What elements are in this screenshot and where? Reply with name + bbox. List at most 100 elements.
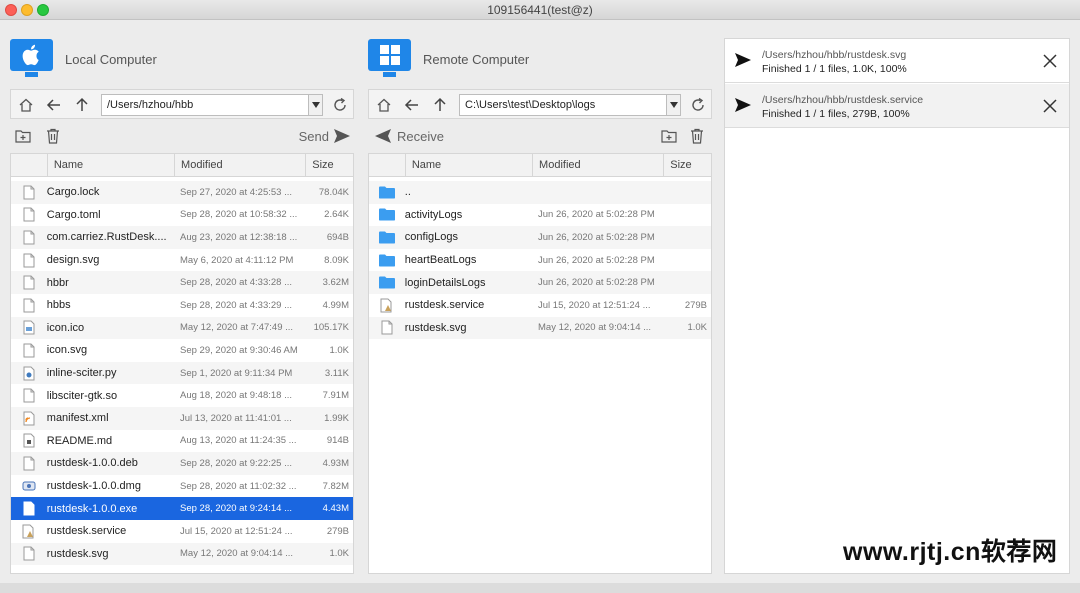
window-title: 109156441(test@z)	[487, 3, 593, 17]
file-modified: Sep 27, 2020 at 4:25:53 ...	[180, 186, 292, 198]
file-modified: Jul 15, 2020 at 12:51:24 ...	[180, 525, 293, 537]
file-size: 279B	[326, 525, 349, 537]
close-icon[interactable]	[1041, 52, 1059, 70]
up-arrow-icon[interactable]	[429, 94, 451, 116]
file-name: libsciter-gtk.so	[46, 389, 118, 402]
file-modified: Jun 26, 2020 at 5:02:28 PM	[538, 277, 655, 289]
table-row[interactable]: hbbr Sep 28, 2020 at 4:33:28 ... 3.62M	[11, 271, 353, 294]
file-icon	[11, 185, 47, 200]
apple-logo-icon	[10, 39, 53, 78]
folder-icon	[369, 276, 405, 289]
file-name: design.svg	[46, 254, 100, 267]
send-button[interactable]: Send	[299, 127, 350, 145]
table-row[interactable]: rustdesk.svg May 12, 2020 at 9:04:14 ... 1…	[369, 316, 711, 340]
trash-icon[interactable]	[688, 127, 706, 145]
table-row[interactable]: design.svg May 6, 2020 at 4:11:12 PM 8.09K	[11, 249, 353, 272]
back-arrow-icon[interactable]	[43, 94, 65, 116]
table-row[interactable]: icon.ico May 12, 2020 at 7:47:49 ... 105.1…	[11, 316, 353, 340]
file-size: 3.11K	[324, 367, 349, 379]
file-icon	[369, 320, 405, 335]
file-icon	[11, 388, 47, 403]
table-row[interactable]: rustdesk.service Jul 15, 2020 at 12:51:24…	[11, 520, 353, 543]
new-folder-icon[interactable]	[660, 127, 678, 145]
send-arrow-icon	[334, 129, 350, 143]
file-name: ..	[404, 186, 411, 199]
table-row[interactable]: manifest.xml Jul 13, 2020 at 11:41:01 ...…	[11, 406, 353, 430]
file-name: icon.svg	[46, 344, 88, 357]
new-folder-icon[interactable]	[14, 127, 32, 145]
icon-column-header	[369, 154, 405, 177]
remote-pane: Remote Computer C:\Users\test\Desktop\lo…	[367, 28, 713, 574]
local-toolbar: Send	[10, 124, 354, 148]
chevron-down-icon[interactable]	[308, 95, 322, 115]
service-file-icon	[11, 524, 47, 539]
remote-path-input[interactable]: C:\Users\test\Desktop\logs	[459, 94, 681, 116]
table-row[interactable]: loginDetailsLogs Jun 26, 2020 at 5:02:28 …	[369, 271, 711, 294]
file-modified: Aug 18, 2020 at 9:48:18 ...	[180, 390, 292, 402]
home-icon[interactable]	[373, 94, 395, 116]
modified-column-header[interactable]: Modified	[532, 154, 663, 177]
table-row[interactable]: inline-sciter.py Sep 1, 2020 at 9:11:34 P…	[11, 361, 353, 385]
table-row[interactable]: ..	[369, 181, 711, 204]
file-name: rustdesk.service	[46, 525, 127, 538]
file-name: rustdesk-1.0.0.exe	[46, 502, 138, 515]
transfer-job: /Users/hzhou/hbb/rustdesk.svg Finished 1…	[725, 39, 1069, 83]
table-row[interactable]: icon.svg Sep 29, 2020 at 9:30:46 AM 1.0K	[11, 339, 353, 362]
file-size: 105.17K	[313, 322, 349, 334]
table-row[interactable]: configLogs Jun 26, 2020 at 5:02:28 PM	[369, 226, 711, 249]
icon-column-header	[11, 154, 47, 177]
file-modified: Jun 26, 2020 at 5:02:28 PM	[538, 231, 655, 243]
size-column-header[interactable]: Size	[305, 154, 353, 177]
table-row[interactable]: heartBeatLogs Jun 26, 2020 at 5:02:28 PM	[369, 249, 711, 272]
file-name: hbbs	[46, 299, 71, 312]
table-row[interactable]: rustdesk-1.0.0.deb Sep 28, 2020 at 9:22:2…	[11, 452, 353, 475]
table-row[interactable]: Cargo.toml Sep 28, 2020 at 10:58:32 ... 2.…	[11, 204, 353, 227]
local-path-input[interactable]: /Users/hzhou/hbb	[101, 94, 323, 116]
table-row[interactable]: libsciter-gtk.so Aug 18, 2020 at 9:48:18 …	[11, 384, 353, 407]
trash-icon[interactable]	[44, 127, 62, 145]
local-pane: Local Computer /Users/hzhou/hbb Send Nam…	[9, 28, 355, 574]
up-arrow-icon[interactable]	[71, 94, 93, 116]
file-modified: May 12, 2020 at 9:04:14 ...	[538, 322, 652, 334]
file-modified: Jul 13, 2020 at 11:41:01 ...	[180, 412, 292, 424]
table-row[interactable]: activityLogs Jun 26, 2020 at 5:02:28 PM	[369, 204, 711, 227]
back-arrow-icon[interactable]	[401, 94, 423, 116]
transfer-job: /Users/hzhou/hbb/rustdesk.service Finish…	[725, 84, 1069, 128]
send-arrow-icon	[735, 53, 751, 67]
file-icon	[11, 275, 47, 290]
chevron-down-icon[interactable]	[666, 95, 680, 115]
home-icon[interactable]	[15, 94, 37, 116]
remote-toolbar: Receive	[368, 124, 712, 148]
table-row[interactable]: rustdesk.svg May 12, 2020 at 9:04:14 ... 1…	[11, 542, 353, 566]
local-nav-bar: /Users/hzhou/hbb	[10, 89, 354, 119]
remote-nav-bar: C:\Users\test\Desktop\logs	[368, 89, 712, 119]
table-row[interactable]: Cargo.lock Sep 27, 2020 at 4:25:53 ... 78.…	[11, 181, 353, 204]
file-modified: Jun 26, 2020 at 5:02:28 PM	[538, 209, 655, 221]
file-name: inline-sciter.py	[46, 367, 117, 380]
table-row[interactable]: rustdesk-1.0.0.exe Sep 28, 2020 at 9:24:1…	[11, 497, 353, 520]
table-row[interactable]: README.md Aug 13, 2020 at 11:24:35 ... 914…	[11, 430, 353, 453]
file-icon	[11, 343, 47, 358]
receive-label: Receive	[397, 128, 444, 144]
file-name: configLogs	[404, 231, 458, 244]
modified-column-header[interactable]: Modified	[174, 154, 305, 177]
name-column-header[interactable]: Name	[46, 154, 174, 177]
refresh-icon[interactable]	[329, 94, 351, 116]
table-row[interactable]: rustdesk.service Jul 15, 2020 at 12:51:24…	[369, 294, 711, 317]
table-row[interactable]: com.carriez.RustDesk.... Aug 23, 2020 at …	[11, 226, 353, 249]
close-icon[interactable]	[1041, 97, 1059, 115]
file-modified: May 6, 2020 at 4:11:12 PM	[180, 254, 294, 266]
size-column-header[interactable]: Size	[663, 154, 711, 177]
file-size: 914B	[326, 435, 349, 447]
local-header: Local Computer	[9, 38, 355, 78]
transfer-jobs-panel: /Users/hzhou/hbb/rustdesk.svg Finished 1…	[724, 38, 1070, 574]
table-row[interactable]: rustdesk-1.0.0.dmg Sep 28, 2020 at 11:02:…	[11, 475, 353, 498]
file-modified: Sep 1, 2020 at 9:11:34 PM	[180, 367, 293, 379]
receive-button[interactable]: Receive	[375, 127, 444, 145]
refresh-icon[interactable]	[687, 94, 709, 116]
name-column-header[interactable]: Name	[404, 154, 532, 177]
table-row[interactable]: hbbs Sep 28, 2020 at 4:33:29 ... 4.99M	[11, 294, 353, 317]
job-path: /Users/hzhou/hbb/rustdesk.svg	[762, 49, 907, 61]
image-file-icon	[11, 320, 47, 335]
remote-file-list: .. activityLogs Jun 26, 2020 at 5:02:28 PM…	[369, 177, 711, 340]
